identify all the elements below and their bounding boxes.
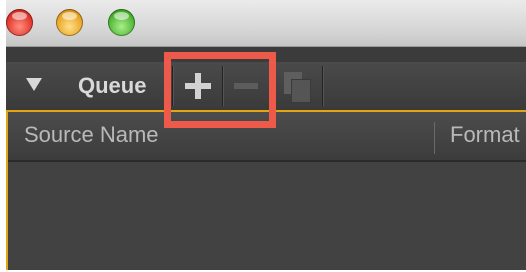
column-divider[interactable]: [434, 122, 435, 154]
close-window-button[interactable]: [6, 9, 33, 36]
queue-table: Source Name Format: [6, 110, 526, 270]
column-header-source-name[interactable]: Source Name: [24, 122, 159, 148]
title-bar: [6, 0, 526, 47]
disclosure-triangle-icon[interactable]: [26, 78, 42, 91]
toolbar-divider: [322, 66, 324, 106]
duplicate-button[interactable]: [274, 64, 322, 108]
column-header-format[interactable]: Format: [450, 122, 520, 148]
zoom-window-button[interactable]: [108, 9, 135, 36]
panel-title: Queue: [78, 73, 147, 98]
queue-list-area[interactable]: [8, 162, 526, 272]
highlight-box: [164, 52, 276, 128]
minimize-window-button[interactable]: [56, 9, 83, 36]
